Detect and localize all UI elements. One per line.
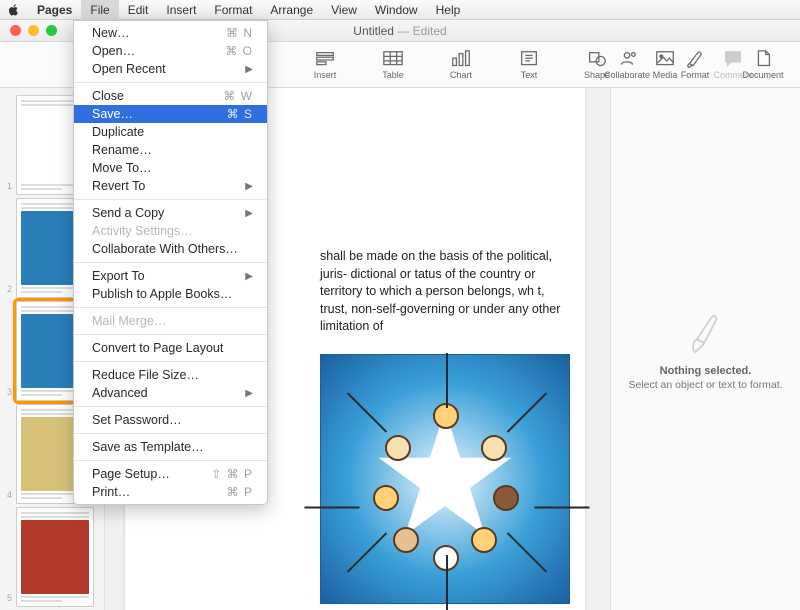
menu-item-open[interactable]: Open…⌘ O [74,42,267,60]
chevron-right-icon: ▶ [245,181,253,192]
inspector-title: Nothing selected. [660,365,752,377]
menu-separator [74,334,267,335]
menu-insert[interactable]: Insert [157,0,205,20]
page-number: 2 [0,284,14,298]
menu-separator [74,406,267,407]
chart-button[interactable]: Chart [436,50,486,80]
shortcut: ⌘ N [226,26,253,40]
menu-file[interactable]: File [81,0,118,20]
body-text[interactable]: shall be made on the basis of the politi… [320,248,569,336]
menu-view[interactable]: View [322,0,366,20]
format-brush-icon [684,308,728,359]
menu-item-revert-to[interactable]: Revert To▶ [74,177,267,195]
menu-edit[interactable]: Edit [119,0,158,20]
inspector-subtitle: Select an object or text to format. [628,379,782,391]
page-number: 4 [0,490,14,504]
format-button[interactable]: Format [670,50,720,80]
text-icon [518,50,540,68]
menu-separator [74,433,267,434]
menu-item-advanced[interactable]: Advanced▶ [74,384,267,402]
insert-button[interactable]: Insert [300,50,350,80]
format-icon [684,50,706,68]
menu-item-new[interactable]: New…⌘ N [74,24,267,42]
chevron-right-icon: ▶ [245,208,253,219]
insert-icon [314,50,336,68]
menu-format[interactable]: Format [205,0,261,20]
page-number: 1 [0,181,14,195]
menu-item-page-setup[interactable]: Page Setup…⇧ ⌘ P [74,465,267,483]
menu-item-rename[interactable]: Rename… [74,141,267,159]
chevron-right-icon: ▶ [245,64,253,75]
collaborate-icon [616,50,638,68]
chart-icon [450,50,472,68]
shortcut: ⌘ W [223,89,253,103]
menu-item-set-password[interactable]: Set Password… [74,411,267,429]
menu-item-mail-merge: Mail Merge… [74,312,267,330]
apple-menu[interactable] [0,4,28,16]
document-button[interactable]: Document [738,50,788,80]
page-number: 5 [0,593,14,607]
menu-item-collaborate-with-others[interactable]: Collaborate With Others… [74,240,267,258]
menu-item-move-to[interactable]: Move To… [74,159,267,177]
app-menu[interactable]: Pages [28,0,81,20]
menu-help[interactable]: Help [427,0,470,20]
menu-item-export-to[interactable]: Export To▶ [74,267,267,285]
collaborate-button[interactable]: Collaborate [602,50,652,80]
menu-item-save[interactable]: Save…⌘ S [74,105,267,123]
table-icon [382,50,404,68]
menu-item-publish-to-apple-books[interactable]: Publish to Apple Books… [74,285,267,303]
chevron-right-icon: ▶ [245,271,253,282]
menu-separator [74,199,267,200]
text-button[interactable]: Text [504,50,554,80]
shortcut: ⇧ ⌘ P [211,467,253,481]
menu-separator [74,262,267,263]
menu-item-open-recent[interactable]: Open Recent▶ [74,60,267,78]
menu-separator [74,460,267,461]
menu-item-duplicate[interactable]: Duplicate [74,123,267,141]
menu-item-convert-to-page-layout[interactable]: Convert to Page Layout [74,339,267,357]
menu-separator [74,307,267,308]
apple-logo-icon [8,4,20,16]
format-inspector: Nothing selected. Select an object or te… [610,88,800,610]
menu-arrange[interactable]: Arrange [261,0,322,20]
menu-separator [74,82,267,83]
menu-item-close[interactable]: Close⌘ W [74,87,267,105]
shortcut: ⌘ S [227,107,253,121]
file-menu-dropdown: New…⌘ NOpen…⌘ OOpen Recent▶ Close⌘ WSave…… [73,20,268,505]
chevron-right-icon: ▶ [245,388,253,399]
document-image[interactable] [320,354,570,604]
page-thumbnail[interactable]: 5 [0,507,104,607]
menu-item-send-a-copy[interactable]: Send a Copy▶ [74,204,267,222]
menu-item-save-as-template[interactable]: Save as Template… [74,438,267,456]
menu-separator [74,361,267,362]
shortcut: ⌘ O [225,44,253,58]
shortcut: ⌘ P [227,485,253,499]
menu-item-reduce-file-size[interactable]: Reduce File Size… [74,366,267,384]
menu-item-activity-settings: Activity Settings… [74,222,267,240]
page-number: 3 [0,387,14,401]
menu-item-print[interactable]: Print…⌘ P [74,483,267,501]
table-button[interactable]: Table [368,50,418,80]
menu-bar: Pages FileEditInsertFormatArrangeViewWin… [0,0,800,20]
document-icon [752,50,774,68]
menu-window[interactable]: Window [366,0,427,20]
